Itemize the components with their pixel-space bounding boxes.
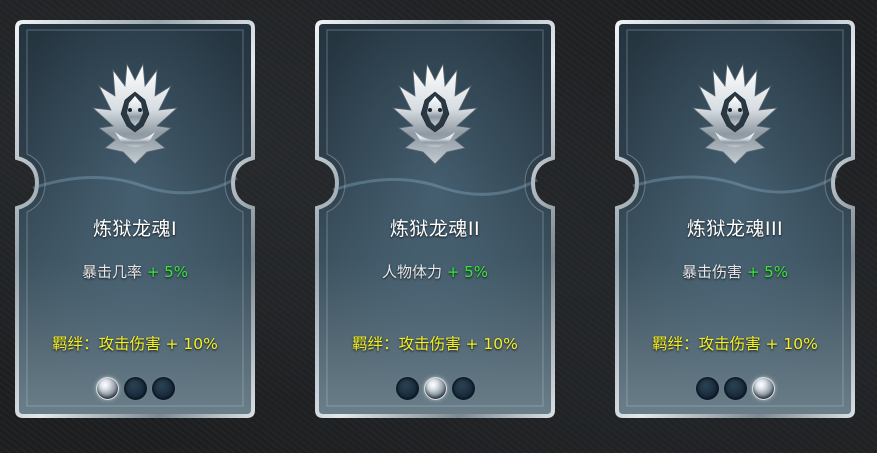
gem-slots [313, 377, 557, 400]
gem-slot-empty[interactable] [123, 377, 147, 400]
dragon-crest-icon [691, 62, 779, 165]
stat-line: 暴击几率 + 5% [13, 261, 257, 282]
card-title: 炼狱龙魂II [389, 218, 481, 240]
stat-label: 暴击伤害 [682, 263, 743, 281]
dragon-soul-card-3[interactable]: 炼狱龙魂III 暴击伤害 + 5% 羁绊：攻击伤害 + 10% [613, 18, 857, 420]
gem-slot-empty[interactable] [723, 377, 747, 400]
stat-bonus: + 5% [446, 263, 488, 281]
stat-label: 暴击几率 [82, 263, 143, 281]
gem-slots [13, 377, 257, 400]
stat-line: 人物体力 + 5% [313, 261, 557, 282]
stat-label: 人物体力 [382, 263, 443, 281]
stat-line: 暴击伤害 + 5% [613, 261, 857, 282]
gem-slots [613, 377, 857, 400]
dragon-soul-card-1[interactable]: 炼狱龙魂I 暴击几率 + 5% 羁绊：攻击伤害 + 10% [13, 18, 257, 420]
gem-slot-empty[interactable] [451, 377, 475, 400]
gem-slot-empty[interactable] [695, 377, 719, 400]
dragon-crest-icon [391, 62, 479, 165]
bond-bonus-text: 羁绊：攻击伤害 + 10% [52, 335, 218, 353]
gem-slot-empty[interactable] [151, 377, 175, 400]
card-title: 炼狱龙魂III [686, 218, 784, 240]
card-title: 炼狱龙魂I [92, 218, 178, 240]
gem-slot-active[interactable] [751, 377, 775, 400]
dragon-crest-icon [91, 62, 179, 165]
bond-bonus-text: 羁绊：攻击伤害 + 10% [652, 335, 818, 353]
gem-slot-active[interactable] [95, 377, 119, 400]
stat-bonus: + 5% [146, 263, 188, 281]
gem-slot-empty[interactable] [395, 377, 419, 400]
dragon-soul-card-2[interactable]: 炼狱龙魂II 人物体力 + 5% 羁绊：攻击伤害 + 10% [313, 18, 557, 420]
gem-slot-active[interactable] [423, 377, 447, 400]
stat-bonus: + 5% [746, 263, 788, 281]
bond-bonus-text: 羁绊：攻击伤害 + 10% [352, 335, 518, 353]
card-selection-screen: 炼狱龙魂I 暴击几率 + 5% 羁绊：攻击伤害 + 10% 炼狱龙魂II 人物体… [0, 0, 877, 453]
